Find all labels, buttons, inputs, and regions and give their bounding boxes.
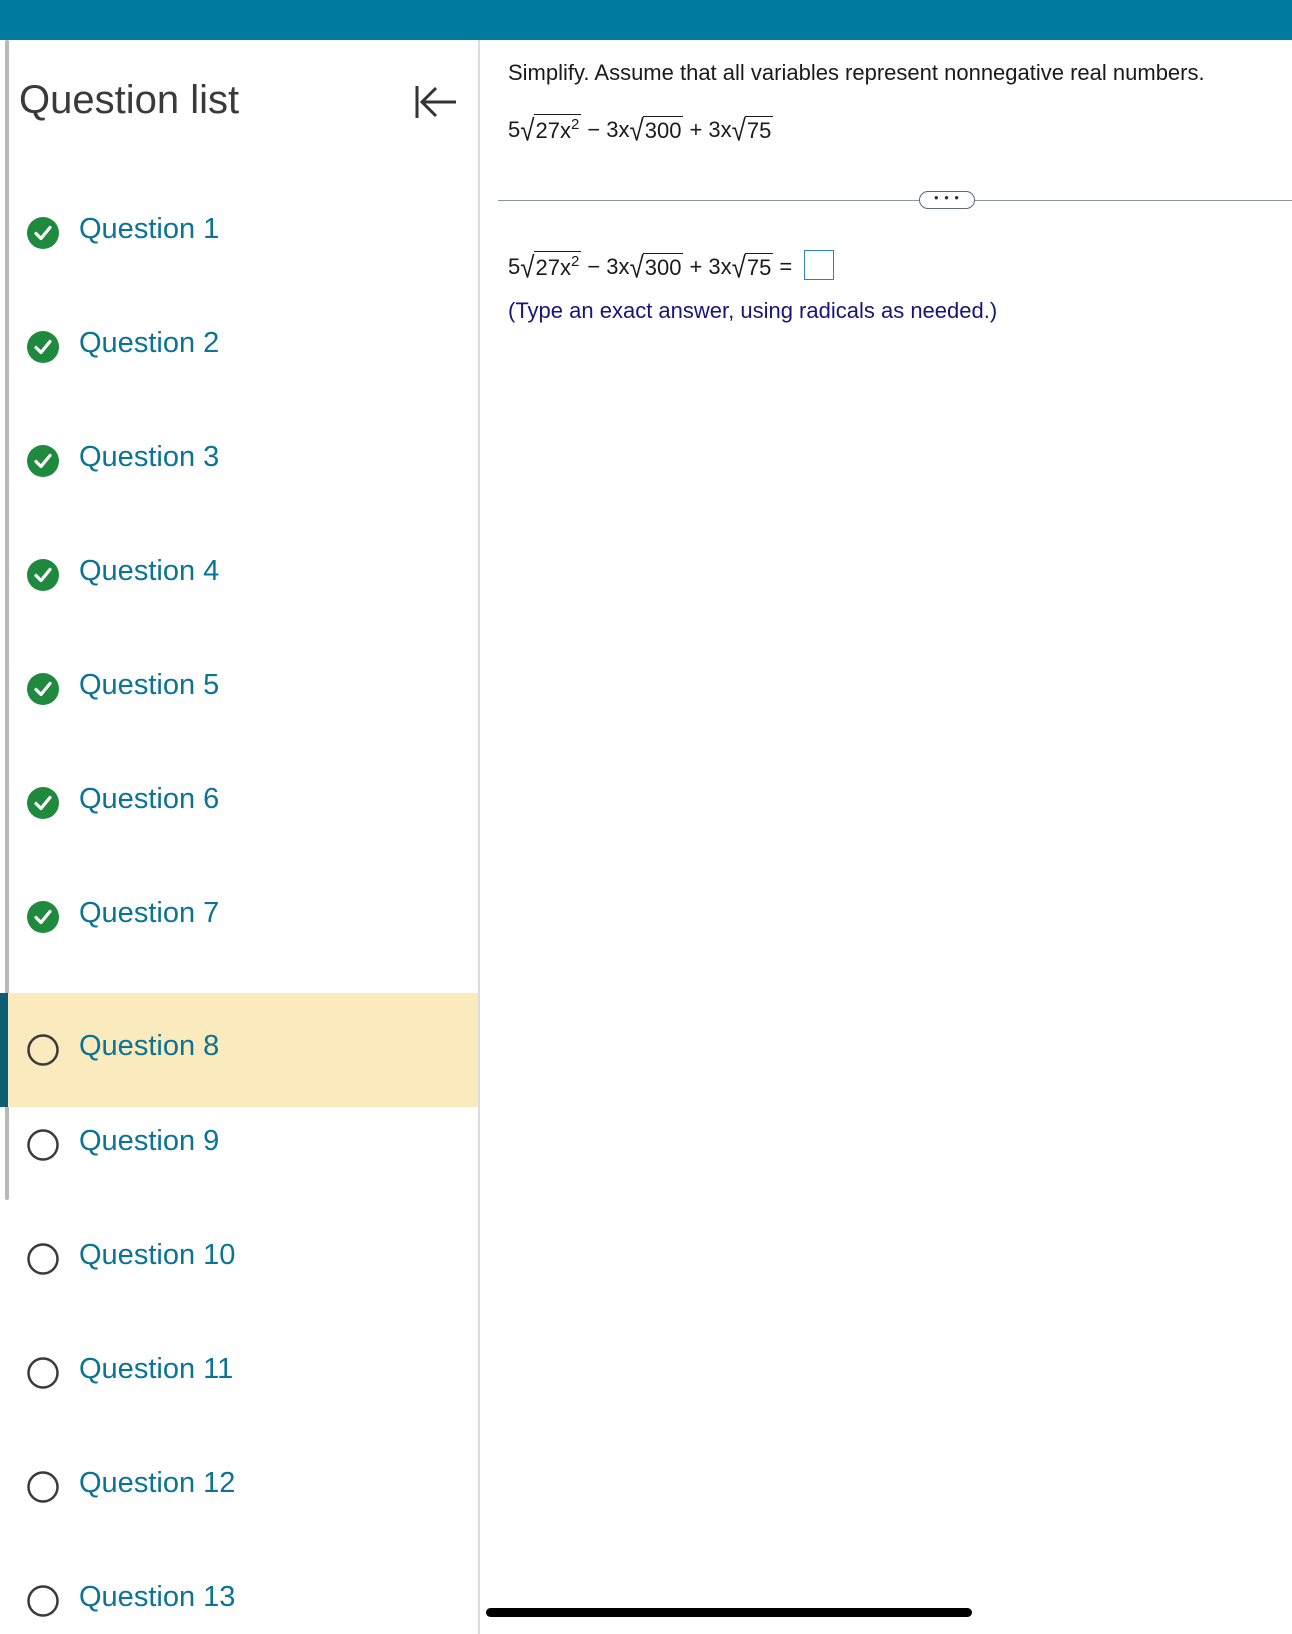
radical: √ 300: [629, 249, 684, 285]
completed-check-icon: [26, 330, 60, 364]
question-list-item[interactable]: Question 11: [0, 1335, 478, 1449]
coefficient: 5: [508, 117, 521, 143]
completed-check-icon: [26, 216, 60, 250]
question-label: Question 12: [79, 1467, 236, 1499]
question-list-item[interactable]: Question 8: [0, 993, 478, 1107]
unanswered-circle-icon: [26, 1470, 60, 1504]
question-label: Question 4: [79, 555, 220, 587]
radical: √ 27x2: [520, 249, 582, 285]
answer-expression: 5 √ 27x2 − 3x √ 300 + 3x √ 75 =: [508, 249, 835, 285]
operator: +: [689, 117, 703, 143]
question-list-item[interactable]: Question 13: [0, 1563, 478, 1634]
radical: √ 27x2: [520, 112, 582, 148]
unanswered-circle-icon: [26, 1242, 60, 1276]
completed-check-icon: [26, 672, 60, 706]
question-label: Question 2: [79, 327, 220, 359]
completed-check-icon: [26, 900, 60, 934]
question-list-item[interactable]: Question 4: [0, 537, 478, 651]
question-label: Question 7: [79, 897, 220, 929]
question-list-item[interactable]: Question 5: [0, 651, 478, 765]
question-label: Question 13: [79, 1581, 236, 1613]
question-list-item[interactable]: Question 7: [0, 879, 478, 993]
question-label: Question 6: [79, 783, 220, 815]
question-list-item[interactable]: Question 6: [0, 765, 478, 879]
collapse-left-icon: [415, 86, 456, 118]
unanswered-circle-icon: [26, 1128, 60, 1162]
sidebar-title: Question list: [19, 78, 240, 122]
operator: +: [689, 254, 703, 279]
question-list-item[interactable]: Question 9: [0, 1107, 478, 1221]
more-options-button[interactable]: • • •: [919, 191, 975, 209]
coefficient: 5: [508, 254, 521, 279]
question-label: Question 3: [79, 441, 220, 473]
question-label: Question 10: [79, 1239, 236, 1271]
question-list-item[interactable]: Question 10: [0, 1221, 478, 1335]
question-list-item[interactable]: Question 12: [0, 1449, 478, 1563]
answer-hint: (Type an exact answer, using radicals as…: [508, 298, 998, 323]
radical: √ 75: [731, 249, 774, 285]
home-indicator: [486, 1608, 972, 1617]
equals-sign: =: [779, 254, 793, 279]
unanswered-circle-icon: [26, 1033, 60, 1067]
completed-check-icon: [26, 444, 60, 478]
question-list-item[interactable]: Question 1: [0, 195, 478, 309]
problem-expression: 5 √ 27x2 − 3x √ 300 + 3x √ 75: [508, 112, 774, 148]
question-panel: Simplify. Assume that all variables repr…: [482, 40, 1292, 1634]
question-list-sidebar: Question list Question 1 Question 2 Questi…: [0, 40, 480, 1634]
question-label: Question 1: [79, 213, 220, 245]
question-label: Question 8: [79, 1030, 220, 1062]
coefficient: 3x: [606, 117, 630, 143]
answer-input[interactable]: [804, 250, 835, 280]
collapse-sidebar-button[interactable]: [412, 72, 466, 132]
unanswered-circle-icon: [26, 1584, 60, 1618]
completed-check-icon: [26, 786, 60, 820]
question-list: Question 1 Question 2 Question 3 Question 4…: [0, 195, 478, 1634]
radical: √ 300: [629, 112, 684, 148]
coefficient: 3x: [606, 254, 630, 279]
completed-check-icon: [26, 558, 60, 592]
question-instruction: Simplify. Assume that all variables repr…: [508, 60, 1205, 85]
question-list-item[interactable]: Question 3: [0, 423, 478, 537]
coefficient: 3x: [708, 254, 732, 279]
question-label: Question 5: [79, 669, 220, 701]
unanswered-circle-icon: [26, 1356, 60, 1390]
operator: −: [587, 117, 601, 143]
question-list-item[interactable]: Question 2: [0, 309, 478, 423]
section-divider: [498, 200, 1292, 201]
question-label: Question 9: [79, 1125, 220, 1157]
top-bar: [0, 0, 1292, 40]
radical: √ 75: [731, 112, 774, 148]
coefficient: 3x: [708, 117, 732, 143]
question-label: Question 11: [79, 1353, 234, 1385]
operator: −: [587, 254, 601, 279]
